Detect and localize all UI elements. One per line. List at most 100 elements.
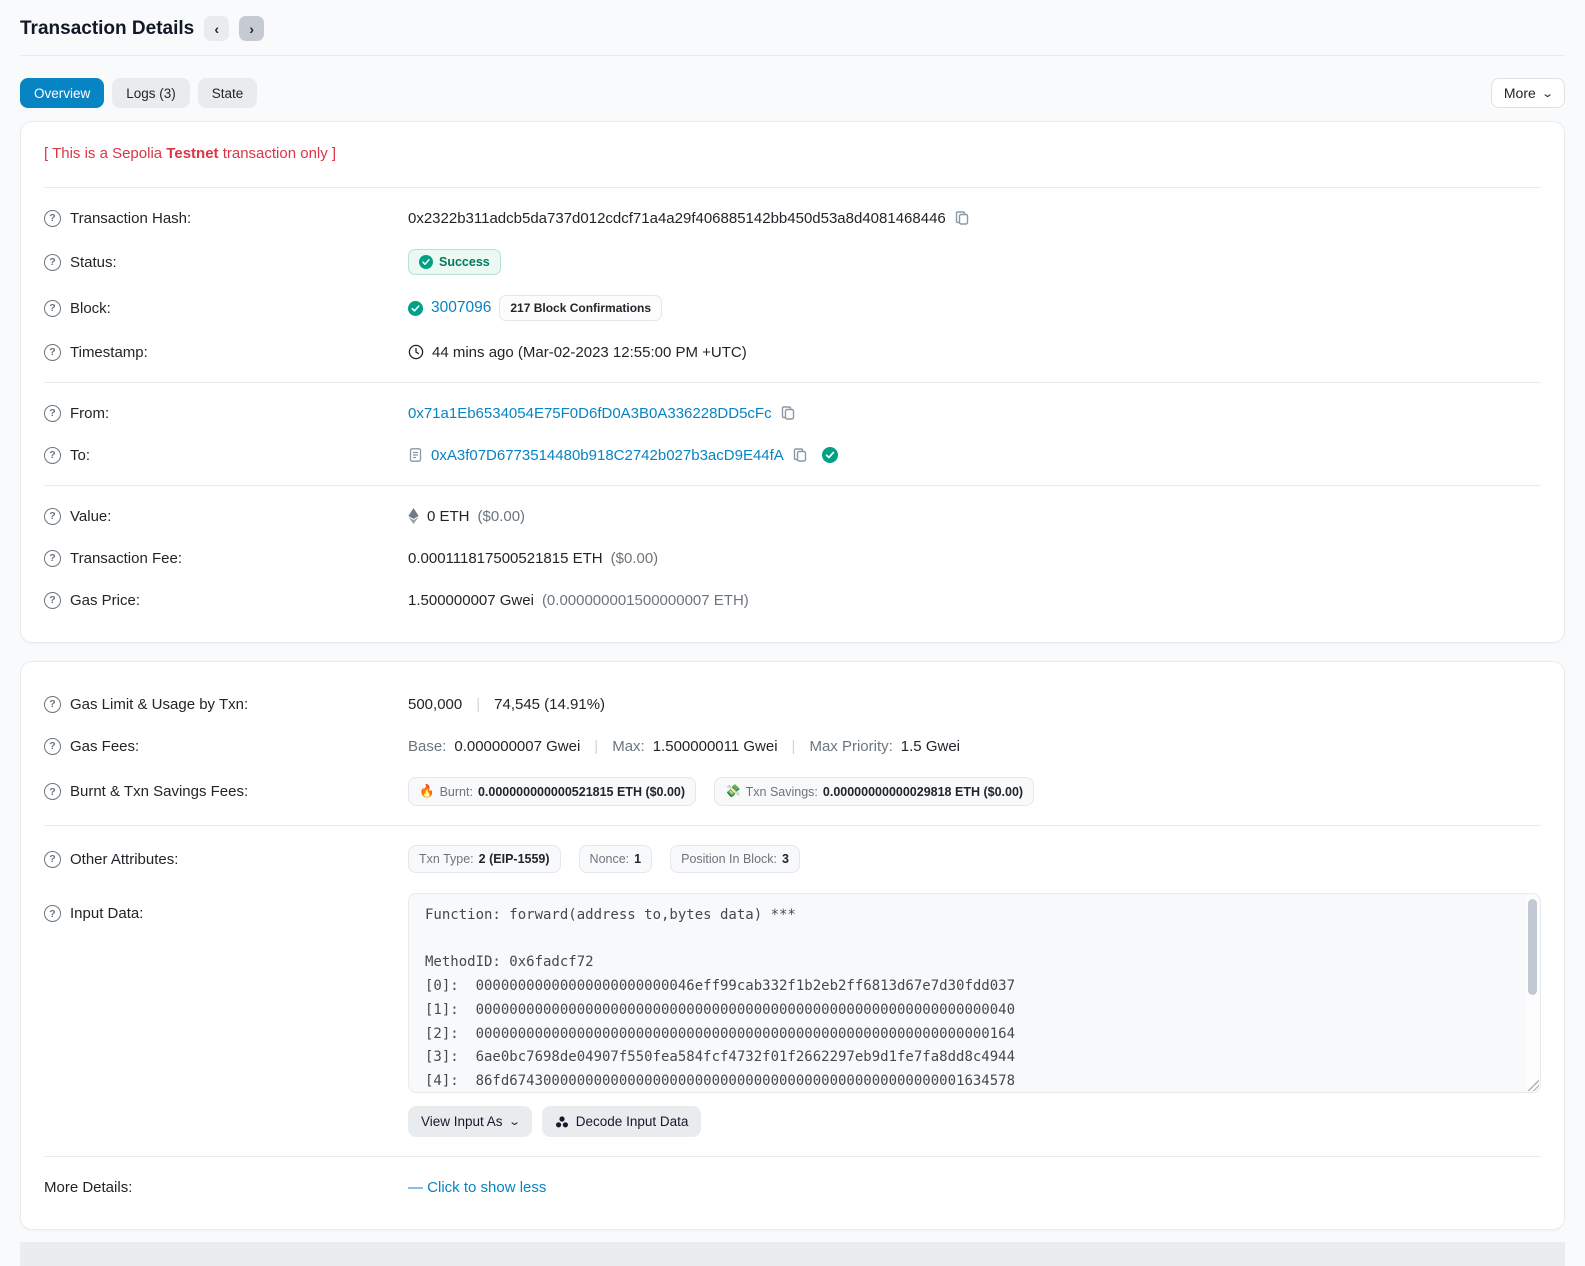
copy-icon bbox=[793, 448, 807, 462]
help-icon[interactable]: ? bbox=[44, 209, 61, 227]
status-badge: Success bbox=[408, 249, 501, 275]
chevron-right-icon: › bbox=[249, 20, 255, 37]
help-icon[interactable]: ? bbox=[44, 446, 61, 464]
other-attributes-label: Other Attributes: bbox=[70, 850, 179, 868]
input-data-label: Input Data: bbox=[70, 905, 144, 922]
txn-type-label: Txn Type: bbox=[419, 852, 474, 866]
divider bbox=[44, 825, 1541, 826]
copy-from-address-button[interactable] bbox=[780, 405, 796, 421]
chevron-down-icon: ⌄ bbox=[507, 1116, 521, 1128]
help-icon[interactable]: ? bbox=[44, 695, 61, 713]
help-icon[interactable]: ? bbox=[44, 549, 61, 567]
help-icon[interactable]: ? bbox=[44, 783, 61, 800]
decode-input-data-button[interactable]: Decode Input Data bbox=[541, 1106, 702, 1137]
help-icon[interactable]: ? bbox=[44, 507, 61, 525]
divider bbox=[44, 382, 1541, 383]
scrollbar-thumb[interactable] bbox=[1528, 899, 1537, 995]
max-fee-value: 1.500000011 Gwei bbox=[652, 737, 778, 755]
txn-type-value: 2 (EIP-1559) bbox=[478, 852, 550, 866]
tab-logs[interactable]: Logs (3) bbox=[112, 78, 190, 108]
clock-icon bbox=[408, 344, 424, 360]
row-label: ? Burnt & Txn Savings Fees: bbox=[44, 783, 408, 800]
block-label: Block: bbox=[70, 299, 111, 317]
divider bbox=[44, 1156, 1541, 1157]
timestamp-value: 44 mins ago (Mar-02-2023 12:55:00 PM +UT… bbox=[432, 343, 747, 361]
value-label: Value: bbox=[70, 507, 112, 525]
row-label: ? Gas Limit & Usage by Txn: bbox=[44, 695, 408, 713]
input-data-textarea[interactable]: Function: forward(address to,bytes data)… bbox=[408, 893, 1541, 1093]
status-badge-label: Success bbox=[439, 255, 490, 269]
gas-price-row: ? Gas Price: 1.500000007 Gwei (0.0000000… bbox=[44, 579, 1541, 621]
tab-overview[interactable]: Overview bbox=[20, 78, 105, 108]
base-fee-value: 0.000000007 Gwei bbox=[454, 737, 581, 755]
divider bbox=[44, 485, 1541, 486]
show-less-link[interactable]: — Click to show less bbox=[408, 1179, 546, 1196]
burnt-value: 0.000000000000521815 ETH ($0.00) bbox=[477, 784, 686, 799]
from-address-link[interactable]: 0x71a1Eb6534054E75F0D6fD0A3B0A336228DD5c… bbox=[408, 405, 772, 422]
txn-savings-label: Txn Savings: bbox=[745, 784, 818, 799]
status-label: Status: bbox=[70, 253, 117, 271]
header-divider bbox=[20, 55, 1565, 56]
more-dropdown-button[interactable]: More ⌄ bbox=[1490, 78, 1565, 108]
row-label: ? Transaction Hash: bbox=[44, 209, 408, 227]
input-data-container: Function: forward(address to,bytes data)… bbox=[408, 893, 1541, 1093]
details-card: ? Gas Limit & Usage by Txn: 500,000 74,5… bbox=[20, 661, 1565, 1230]
position-in-block-badge: Position In Block: 3 bbox=[670, 845, 800, 873]
timestamp-label: Timestamp: bbox=[70, 343, 148, 361]
max-priority-value: 1.5 Gwei bbox=[900, 737, 960, 755]
contract-document-icon bbox=[409, 448, 422, 462]
transaction-fee-usd: ($0.00) bbox=[610, 549, 659, 567]
nonce-badge: Nonce: 1 bbox=[578, 845, 653, 873]
copy-icon bbox=[955, 211, 968, 225]
more-details-row: More Details: — Click to show less bbox=[44, 1166, 1541, 1208]
copy-to-address-button[interactable] bbox=[792, 447, 808, 463]
help-icon[interactable]: ? bbox=[44, 850, 61, 868]
help-icon[interactable]: ? bbox=[44, 591, 61, 609]
verified-check-icon bbox=[821, 447, 838, 463]
gas-limit-row: ? Gas Limit & Usage by Txn: 500,000 74,5… bbox=[44, 683, 1541, 725]
row-label: ? Block: bbox=[44, 299, 408, 317]
copy-icon bbox=[781, 406, 794, 420]
base-fee-label: Base: bbox=[408, 737, 447, 755]
decode-input-data-label: Decode Input Data bbox=[575, 1114, 689, 1129]
help-icon[interactable]: ? bbox=[44, 404, 61, 422]
gas-price-amount: 1.500000007 Gwei bbox=[408, 591, 534, 609]
tab-state[interactable]: State bbox=[197, 78, 258, 108]
help-icon[interactable]: ? bbox=[44, 737, 61, 755]
separator bbox=[588, 738, 604, 755]
chevron-left-icon: ‹ bbox=[214, 20, 220, 37]
previous-transaction-button[interactable]: ‹ bbox=[204, 16, 230, 41]
block-number-link[interactable]: 3007096 bbox=[431, 299, 491, 317]
more-details-label: More Details: bbox=[44, 1178, 133, 1196]
separator bbox=[786, 738, 802, 755]
eth-icon bbox=[408, 508, 419, 524]
block-confirmations-badge: 217 Block Confirmations bbox=[499, 295, 663, 321]
next-transaction-button[interactable]: › bbox=[239, 16, 265, 41]
burnt-label: Burnt: bbox=[439, 784, 473, 799]
transaction-fee-row: ? Transaction Fee: 0.000111817500521815 … bbox=[44, 537, 1541, 579]
divider bbox=[44, 187, 1541, 188]
help-icon[interactable]: ? bbox=[44, 343, 61, 361]
to-address-link[interactable]: 0xA3f07D6773514480b918C2742b027b3acD9E44… bbox=[431, 447, 784, 464]
transaction-hash-label: Transaction Hash: bbox=[70, 209, 192, 227]
value-amount: 0 ETH bbox=[427, 507, 470, 525]
row-label: ? Timestamp: bbox=[44, 343, 408, 361]
nonce-label: Nonce: bbox=[589, 852, 630, 866]
max-fee-label: Max: bbox=[612, 737, 645, 755]
view-input-as-button[interactable]: View Input As ⌄ bbox=[408, 1106, 532, 1137]
help-icon[interactable]: ? bbox=[44, 299, 61, 317]
row-label: ? Gas Price: bbox=[44, 591, 408, 609]
row-label: ? Transaction Fee: bbox=[44, 549, 408, 567]
status-row: ? Status: Success bbox=[44, 239, 1541, 285]
position-value: 3 bbox=[782, 852, 789, 866]
position-label: Position In Block: bbox=[681, 852, 777, 866]
page-title: Transaction Details bbox=[20, 17, 195, 39]
gas-price-eth: (0.000000001500000007 ETH) bbox=[541, 591, 749, 609]
row-label: ? Other Attributes: bbox=[44, 850, 408, 868]
help-icon[interactable]: ? bbox=[44, 253, 61, 271]
gas-used-value: 74,545 (14.91%) bbox=[494, 695, 606, 713]
copy-hash-button[interactable] bbox=[954, 210, 970, 226]
resize-handle[interactable] bbox=[1526, 1078, 1539, 1091]
help-icon[interactable]: ? bbox=[44, 905, 61, 922]
transaction-fee-amount: 0.000111817500521815 ETH bbox=[408, 549, 603, 567]
